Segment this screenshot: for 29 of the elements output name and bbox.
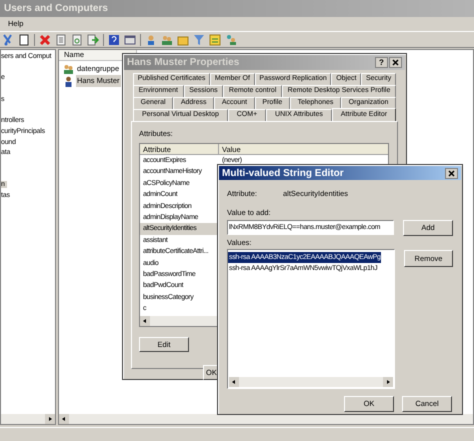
cut-icon[interactable] [2,34,14,46]
close-button[interactable] [445,168,458,178]
user-icon[interactable] [145,34,157,46]
help-button[interactable]: ? [375,57,388,68]
scroll-right-icon[interactable] [383,377,393,387]
dialog-title: Hans Muster Properties [127,56,240,70]
close-icon [448,170,455,176]
horizontal-scrollbar[interactable] [229,377,393,387]
window-icon[interactable] [124,34,136,46]
properties-icon[interactable] [55,34,67,46]
user-icon [63,76,74,86]
scroll-left-icon[interactable] [229,377,239,387]
horizontal-scrollbar[interactable] [1,414,55,424]
delete-icon[interactable] [39,34,51,46]
users-icon[interactable] [161,34,173,46]
horizontal-scrollbar[interactable] [59,414,473,424]
scroll-left-icon[interactable] [140,316,150,326]
close-icon [392,59,399,66]
group-icon [63,64,74,74]
scroll-right-icon[interactable] [45,414,55,424]
dialog-title: Multi-valued String Editor [222,166,344,180]
scroll-left-icon[interactable] [59,414,69,424]
window-title: Users and Computers [4,2,108,16]
note-icon[interactable] [209,34,221,46]
group-icon[interactable] [225,34,237,46]
close-button[interactable] [389,57,402,68]
export-icon[interactable] [87,34,99,46]
filter-icon[interactable] [193,34,205,46]
help-icon[interactable] [108,34,120,46]
